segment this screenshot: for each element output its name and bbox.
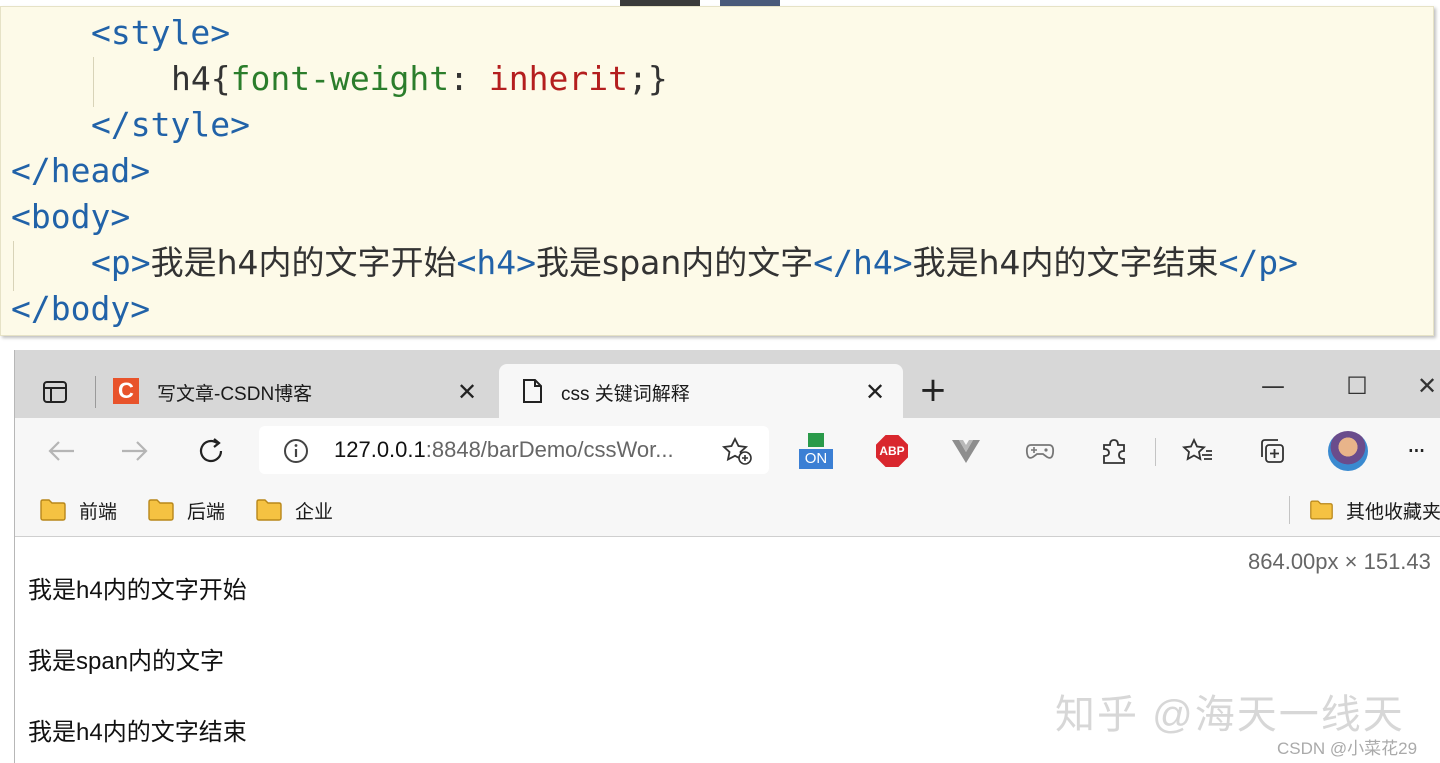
on-badge-icon: ON xyxy=(799,433,833,469)
refresh-button[interactable] xyxy=(191,431,231,471)
favorites-button[interactable] xyxy=(1179,432,1217,470)
arrow-left-icon xyxy=(48,441,74,461)
code-token: </style> xyxy=(91,105,250,144)
code-line-style-open: <style> xyxy=(91,11,230,55)
maximize-button[interactable]: ☐ xyxy=(1337,366,1377,406)
close-window-button[interactable]: ✕ xyxy=(1413,366,1440,406)
browser-window: C 写文章-CSDN博客 ✕ css 关键词解释 ✕ + — ☐ ✕ 127.0… xyxy=(14,350,1440,763)
bookmark-divider xyxy=(1289,496,1290,524)
browser-toolbar: 127.0.0.1:8848/barDemo/cssWor... ON ABP xyxy=(15,418,1440,484)
code-token: ;} xyxy=(627,59,668,98)
tab-actions-icon xyxy=(43,381,67,403)
avatar xyxy=(1328,431,1368,471)
indent-guide xyxy=(93,57,94,107)
editor-background: <style> h4{font-weight: inherit;} </styl… xyxy=(0,0,1440,350)
code-token: inherit xyxy=(488,59,628,98)
refresh-icon xyxy=(199,438,223,463)
vue-devtools-button[interactable] xyxy=(947,432,985,470)
code-token: </head> xyxy=(11,151,151,190)
code-line-paragraph: <p>我是h4内的文字开始<h4>我是span内的文字</h4>我是h4内的文字… xyxy=(91,241,1298,285)
tab-css-keywords[interactable]: css 关键词解释 ✕ xyxy=(499,364,903,418)
code-line-body-open: <body> xyxy=(11,195,130,239)
code-token: <h4> xyxy=(456,243,537,282)
toolbar-divider xyxy=(1155,438,1156,466)
code-token: 我是h4内的文字开始 xyxy=(150,243,457,282)
code-token: </p> xyxy=(1218,243,1299,282)
bookmark-folder-backend[interactable]: 后端 xyxy=(147,494,225,526)
folder-icon xyxy=(256,499,282,521)
tab-strip: C 写文章-CSDN博客 ✕ css 关键词解释 ✕ + — ☐ ✕ xyxy=(15,350,1440,418)
bookmark-label: 企业 xyxy=(295,501,334,523)
csdn-c-icon: C xyxy=(113,378,139,404)
indent-guide xyxy=(13,241,14,291)
favorites-star-list-icon xyxy=(1182,437,1212,461)
bookmark-label: 前端 xyxy=(79,501,118,523)
tab-title: css 关键词解释 xyxy=(561,384,690,405)
gamepad-extension-button[interactable] xyxy=(1021,432,1059,470)
bookmark-folder-enterprise[interactable]: 企业 xyxy=(255,494,333,526)
code-token: </body> xyxy=(11,289,151,328)
zhihu-watermark: 知乎 @海天一线天 xyxy=(1055,693,1405,737)
puzzle-icon xyxy=(1103,439,1125,464)
bookmark-folder-frontend[interactable]: 前端 xyxy=(39,494,117,526)
address-url: 127.0.0.1:8848/barDemo/cssWor... xyxy=(334,426,674,474)
vue-logo-icon xyxy=(952,440,980,463)
url-path: :8848/barDemo/cssWor... xyxy=(425,437,674,462)
address-bar[interactable]: 127.0.0.1:8848/barDemo/cssWor... xyxy=(259,426,769,474)
code-line-h4-rule: h4{font-weight: inherit;} xyxy=(171,57,668,101)
url-host: 127.0.0.1 xyxy=(334,437,426,462)
code-token: h4{ xyxy=(171,59,231,98)
element-dimensions-readout: 864.00px × 151.43 xyxy=(1248,549,1431,574)
more-options-button[interactable]: ··· xyxy=(1407,432,1440,470)
code-line-head-close: </head> xyxy=(11,149,150,193)
code-token: </h4> xyxy=(813,243,913,282)
code-token: font-weight xyxy=(230,59,450,98)
tab-actions-button[interactable] xyxy=(35,372,75,412)
adblock-plus-button[interactable]: ABP xyxy=(873,432,911,470)
page-icon xyxy=(523,379,542,403)
folder-icon xyxy=(148,499,174,521)
code-token: 我是span内的文字 xyxy=(536,243,814,282)
page-text-end: 我是h4内的文字结束 xyxy=(28,719,247,746)
code-token: 我是h4内的文字结束 xyxy=(912,243,1219,282)
forward-button[interactable] xyxy=(115,431,155,471)
gamepad-icon xyxy=(1025,444,1055,459)
bookmark-label: 后端 xyxy=(187,501,226,523)
code-line-body-close: </body> xyxy=(11,287,150,331)
tab-title: 写文章-CSDN博客 xyxy=(157,384,313,405)
extension-on-button[interactable]: ON xyxy=(797,432,835,470)
back-button[interactable] xyxy=(41,431,81,471)
code-token: : xyxy=(449,59,489,98)
csdn-watermark: CSDN @小菜花29 xyxy=(1277,739,1418,758)
page-text-start: 我是h4内的文字开始 xyxy=(28,577,247,604)
folder-icon xyxy=(40,499,66,521)
profile-button[interactable] xyxy=(1327,430,1369,472)
minimize-button[interactable]: — xyxy=(1253,366,1293,406)
close-tab-icon[interactable]: ✕ xyxy=(455,380,479,404)
code-line-style-close: </style> xyxy=(91,103,250,147)
collections-icon xyxy=(1261,439,1284,463)
code-token: <body> xyxy=(11,197,131,236)
page-text-span: 我是span内的文字 xyxy=(28,648,225,675)
tab-divider xyxy=(95,376,96,408)
arrow-right-icon xyxy=(122,441,148,461)
close-tab-icon[interactable]: ✕ xyxy=(863,380,887,404)
abp-stop-icon: ABP xyxy=(876,435,908,467)
bookmarks-bar: 前端 后端 企业 其他收藏夹 xyxy=(15,484,1440,537)
collections-button[interactable] xyxy=(1253,432,1291,470)
add-favorite-icon[interactable] xyxy=(721,436,753,466)
folder-icon xyxy=(1310,500,1333,520)
other-favorites-folder[interactable]: 其他收藏夹 xyxy=(1309,494,1440,526)
info-icon xyxy=(284,439,308,463)
code-token: <p> xyxy=(91,243,151,282)
code-tooltip-panel: <style> h4{font-weight: inherit;} </styl… xyxy=(0,6,1434,336)
code-token: <style> xyxy=(91,13,231,52)
bookmark-label: 其他收藏夹 xyxy=(1345,501,1440,523)
new-tab-button[interactable]: + xyxy=(917,370,949,410)
extensions-button[interactable] xyxy=(1095,432,1133,470)
tab-csdn[interactable]: C 写文章-CSDN博客 ✕ xyxy=(105,364,495,418)
page-viewport: 我是h4内的文字开始 我是span内的文字 我是h4内的文字结束 864.00p… xyxy=(15,537,1440,763)
